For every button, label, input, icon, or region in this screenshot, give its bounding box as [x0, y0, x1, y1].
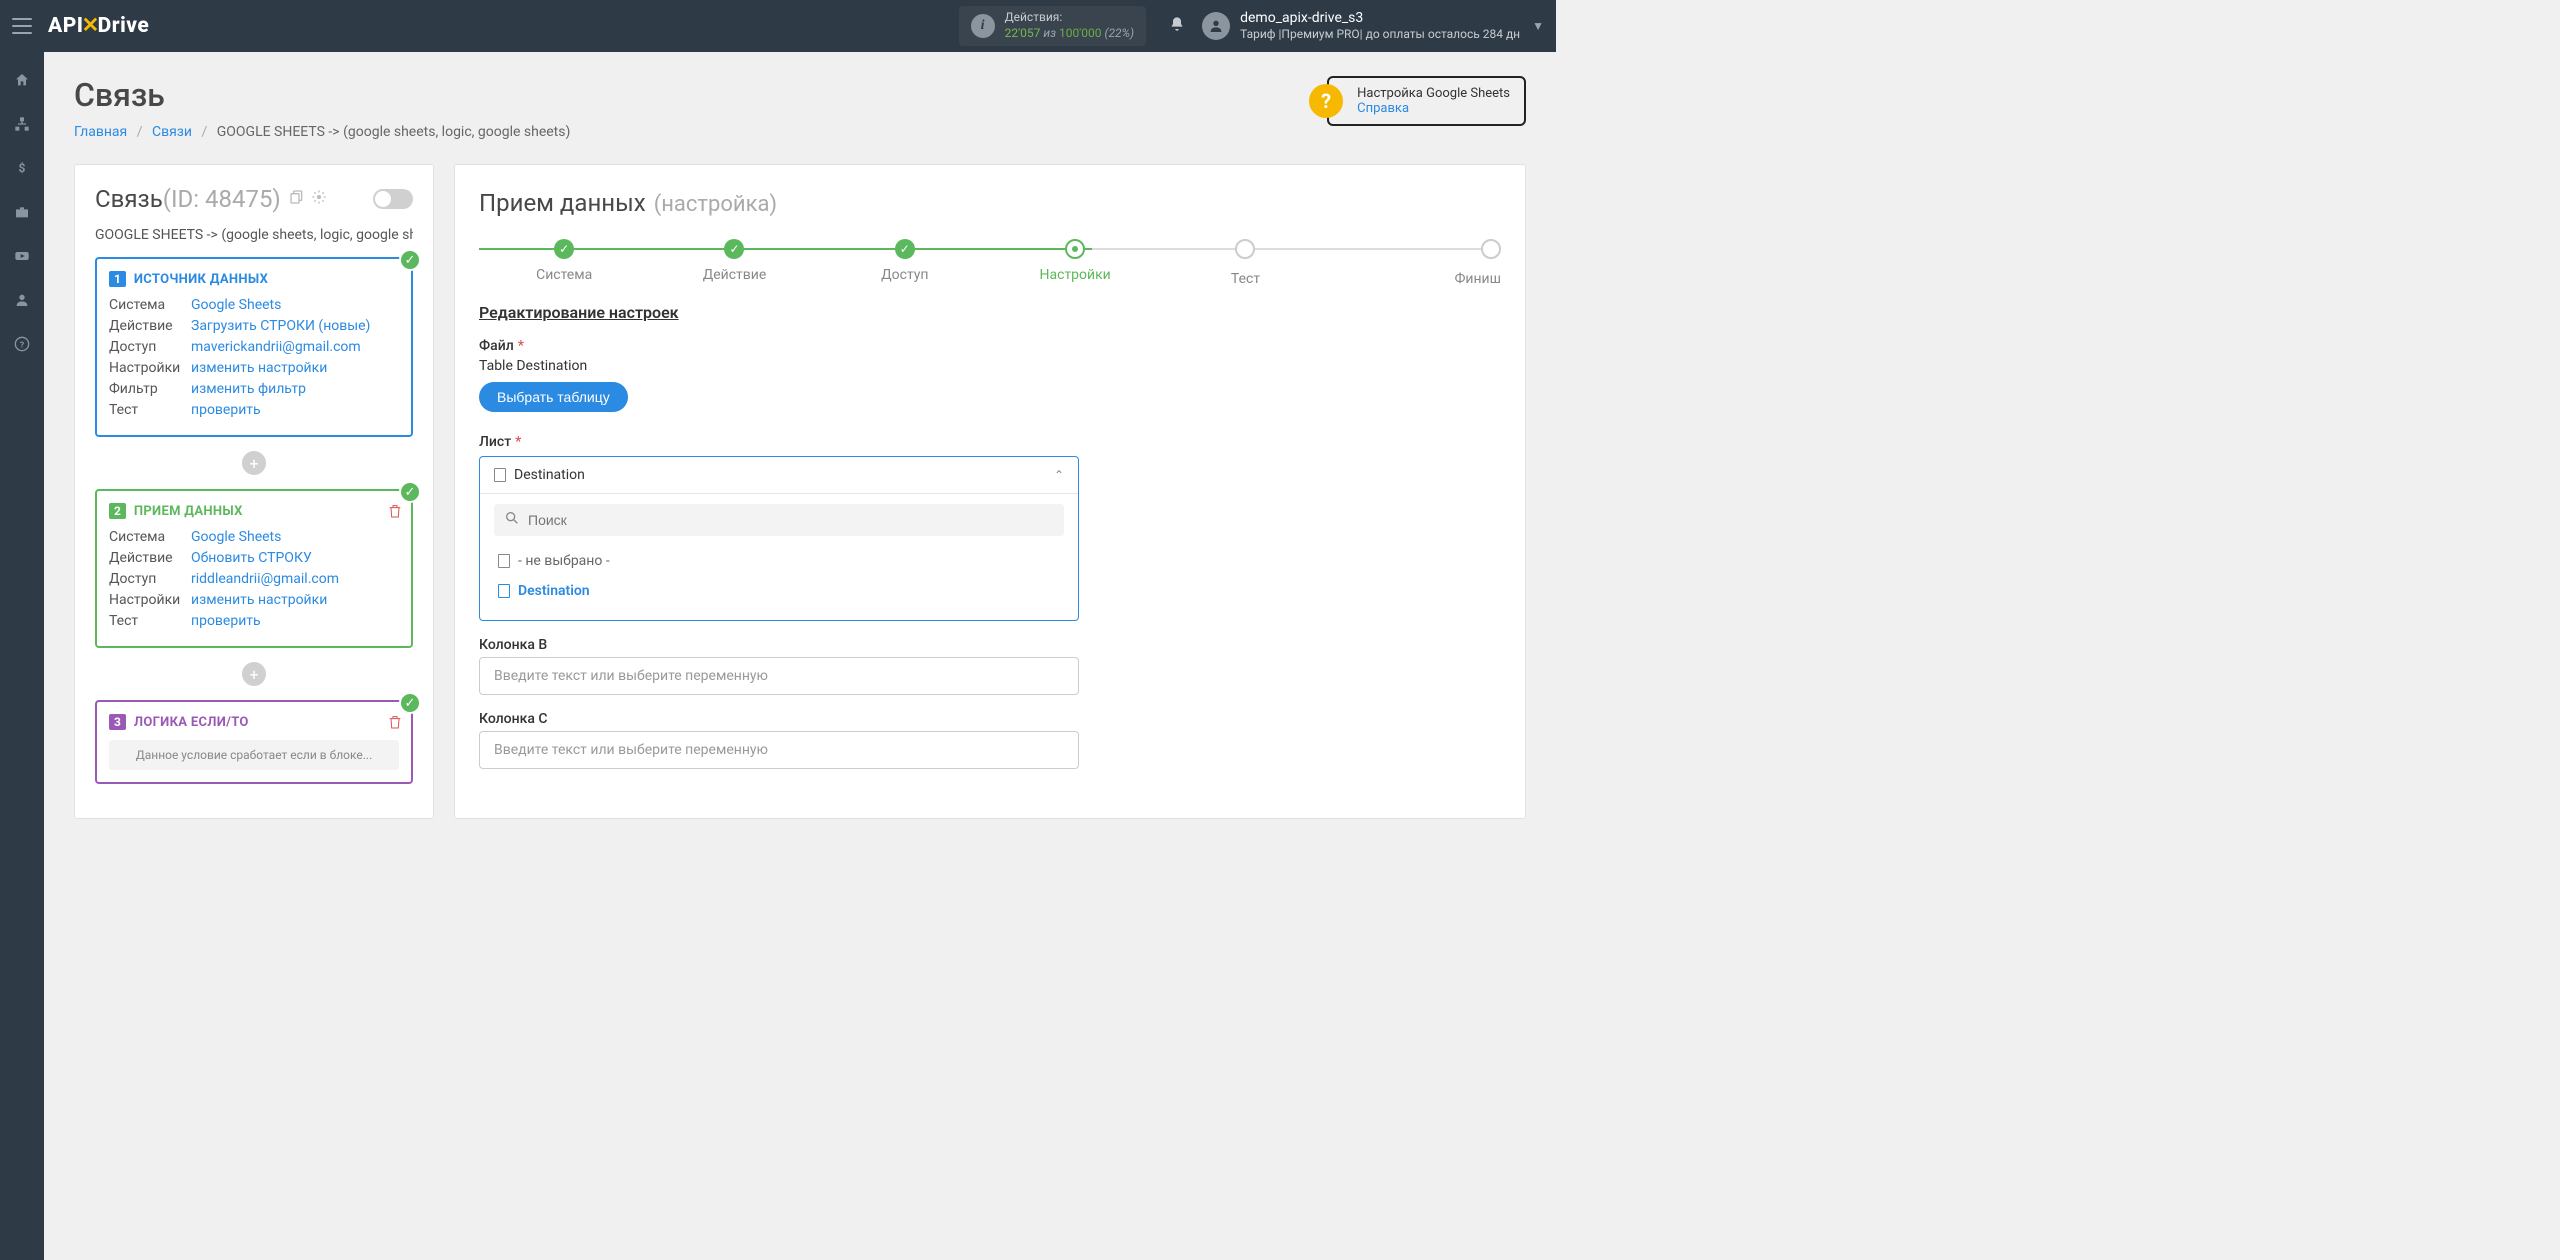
check-icon: ✓ [399, 692, 421, 714]
trash-icon[interactable] [387, 503, 403, 523]
column-b-input[interactable]: Введите текст или выберите переменную [479, 657, 1079, 695]
document-icon [498, 584, 510, 598]
user-block[interactable]: demo_apix-drive_s3 Тариф |Премиум PRO| д… [1240, 9, 1520, 43]
conn-id: (ID: 48475) [163, 185, 281, 213]
option-destination[interactable]: Destination [494, 576, 1064, 606]
select-search[interactable] [494, 504, 1064, 536]
step-finish[interactable]: Финиш [1331, 239, 1501, 287]
sheet-label: Лист* [479, 434, 1501, 450]
destination-block: ✓ 2 ПРИЕМ ДАННЫХ СистемаGoogle Sheets Де… [95, 489, 413, 648]
right-title: Прием данных [479, 189, 646, 217]
wizard-steps: ✓Система ✓Действие ✓Доступ Настройки Тес… [479, 239, 1501, 287]
add-button[interactable]: + [242, 662, 266, 686]
chevron-down-icon[interactable]: ▼ [1532, 19, 1544, 33]
sidebar: $ ? [0, 52, 44, 1260]
svg-text:?: ? [20, 340, 24, 350]
search-icon [504, 510, 520, 530]
column-c-label: Колонка C [479, 711, 1501, 727]
sidebar-user[interactable] [0, 278, 44, 322]
step-access[interactable]: ✓Доступ [820, 239, 990, 287]
option-none[interactable]: - не выбрано - [494, 546, 1064, 576]
sidebar-help[interactable]: ? [0, 322, 44, 366]
main: Связь Главная / Связи / GOOGLE SHEETS ->… [44, 52, 1556, 819]
sidebar-billing[interactable]: $ [0, 146, 44, 190]
block-note: Данное условие сработает если в блоке... [109, 740, 399, 770]
document-icon [494, 468, 506, 482]
sheet-select[interactable]: Destination ⌃ - не выбрано - [479, 456, 1079, 621]
crumb-links[interactable]: Связи [152, 124, 192, 140]
conn-subtitle: GOOGLE SHEETS -> (google sheets, logic, … [95, 227, 413, 243]
sidebar-links[interactable] [0, 102, 44, 146]
right-panel: Прием данных (настройка) ✓Система ✓Дейст… [454, 164, 1526, 819]
sidebar-briefcase[interactable] [0, 190, 44, 234]
left-panel: Связь (ID: 48475) GOOGLE SHEETS -> (goog… [74, 164, 434, 819]
topbar: API✕Drive i Действия: 22'057 из 100'000 … [0, 0, 1556, 52]
check-icon: ✓ [399, 481, 421, 503]
crumb-home[interactable]: Главная [74, 124, 127, 140]
gear-icon[interactable] [311, 189, 327, 209]
info-icon: i [971, 14, 995, 38]
help-title: Настройка Google Sheets [1357, 86, 1510, 101]
actions-counter[interactable]: i Действия: 22'057 из 100'000 (22%) [959, 6, 1147, 45]
source-block: ✓ 1 ИСТОЧНИК ДАННЫХ СистемаGoogle Sheets… [95, 257, 413, 437]
choose-table-button[interactable]: Выбрать таблицу [479, 382, 628, 412]
avatar-icon[interactable] [1202, 12, 1230, 40]
step-system[interactable]: ✓Система [479, 239, 649, 287]
chevron-up-icon: ⌃ [1054, 468, 1064, 482]
menu-toggle[interactable] [12, 18, 32, 34]
search-input[interactable] [528, 512, 1054, 528]
breadcrumb: Главная / Связи / GOOGLE SHEETS -> (goog… [74, 124, 570, 140]
column-c-input[interactable]: Введите текст или выберите переменную [479, 731, 1079, 769]
help-link[interactable]: Справка [1357, 101, 1510, 116]
check-icon: ✓ [399, 249, 421, 271]
help-box[interactable]: ? Настройка Google Sheets Справка [1327, 76, 1526, 126]
add-button[interactable]: + [242, 451, 266, 475]
block-number: 3 [109, 714, 126, 730]
section-title: Редактирование настроек [479, 303, 1501, 322]
step-test[interactable]: Тест [1160, 239, 1330, 287]
svg-text:$: $ [19, 161, 26, 175]
logo[interactable]: API✕Drive [48, 14, 149, 39]
crumb-current: GOOGLE SHEETS -> (google sheets, logic, … [217, 124, 571, 140]
sidebar-home[interactable] [0, 58, 44, 102]
step-action[interactable]: ✓Действие [649, 239, 819, 287]
page-title: Связь [74, 76, 570, 114]
block-number: 2 [109, 503, 126, 519]
conn-title: Связь [95, 185, 163, 213]
help-icon: ? [1309, 84, 1343, 118]
column-b-label: Колонка B [479, 637, 1501, 653]
file-label: Файл* [479, 338, 1501, 354]
trash-icon[interactable] [387, 714, 403, 734]
select-head[interactable]: Destination ⌃ [480, 457, 1078, 494]
document-icon [498, 554, 510, 568]
logic-block: ✓ 3 ЛОГИКА ЕСЛИ/ТО Данное условие сработ… [95, 700, 413, 784]
bell-icon[interactable] [1162, 16, 1192, 36]
file-value: Table Destination [479, 358, 1501, 374]
sidebar-youtube[interactable] [0, 234, 44, 278]
right-subtitle: (настройка) [654, 192, 777, 217]
copy-icon[interactable] [289, 189, 305, 209]
block-number: 1 [109, 271, 126, 287]
step-settings[interactable]: Настройки [990, 239, 1160, 287]
toggle-switch[interactable] [373, 189, 413, 209]
